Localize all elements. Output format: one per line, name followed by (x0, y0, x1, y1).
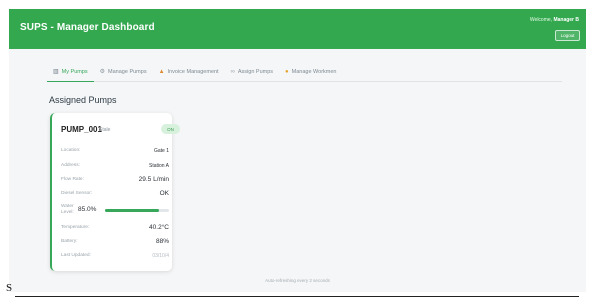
water-level-row: Water Level: 85.0% (61, 204, 169, 218)
water-level-fill (105, 209, 160, 212)
location-label: Location: (61, 148, 81, 153)
water-value: 85.0% (78, 206, 97, 213)
diesel-row: Diesel Sensor: OK (61, 190, 169, 197)
location-value: Gate 1 (153, 148, 169, 154)
pump-icon: ▥ (53, 68, 59, 75)
water-level-bar (105, 209, 169, 212)
address-value: Station A (148, 163, 169, 169)
welcome-prefix: Welcome, (529, 17, 554, 23)
updated-label: Last Updated: (61, 253, 91, 258)
tab-manage-workmen[interactable]: ● Manage Workmen (279, 67, 342, 81)
address-row: Address: Station A (61, 163, 169, 169)
worker-icon: ● (285, 68, 289, 75)
temperature-row: Temperature: 40.2°C (61, 224, 169, 231)
tab-manage-pumps[interactable]: ⚙ Manage Pumps (94, 67, 153, 81)
fire-icon: ▲ (158, 68, 165, 75)
dashboard-frame: SUPS - Manager Dashboard Welcome, Manage… (9, 9, 586, 292)
battery-row: Battery: 88% (61, 238, 169, 245)
diesel-label: Diesel Sensor: (61, 191, 93, 196)
tab-label: My Pumps (61, 68, 88, 75)
tab-my-pumps[interactable]: ▥ My Pumps (47, 67, 94, 82)
tab-label: Manage Workmen (291, 68, 337, 75)
top-bar: SUPS - Manager Dashboard Welcome, Manage… (9, 9, 586, 49)
updated-row: Last Updated: 03/10/4 (61, 253, 169, 259)
temperature-label: Temperature: (61, 225, 90, 230)
welcome-text: Welcome, Manager B (530, 17, 579, 23)
pump-card[interactable]: PUMP_001 Stale ON Location: Gate 1 Addre… (50, 113, 180, 271)
tab-assign-pumps[interactable]: ∞ Assign Pumps (225, 67, 279, 81)
location-row: Location: Gate 1 (61, 148, 169, 154)
flow-label: Flow Rate: (61, 177, 84, 182)
tab-label: Manage Pumps (108, 68, 147, 75)
status-badge: ON (161, 124, 180, 134)
flow-value: 29.5 L/min (138, 176, 169, 183)
pump-state: Stale (99, 127, 111, 133)
app-title: SUPS - Manager Dashboard (20, 22, 155, 33)
tab-bar: ▥ My Pumps ⚙ Manage Pumps ▲ Invoice Mana… (47, 67, 562, 82)
pump-name: PUMP_001 (61, 125, 102, 134)
tab-label: Invoice Management (167, 68, 219, 75)
section-title: Assigned Pumps (49, 95, 117, 105)
temperature-value: 40.2°C (149, 224, 169, 231)
auto-refresh-note: Auto-refreshing every 2 seconds (265, 278, 330, 283)
baseline-rule (15, 296, 579, 297)
tab-label: Assign Pumps (237, 68, 274, 75)
address-label: Address: (61, 163, 80, 168)
user-name: Manager B (553, 17, 579, 23)
link-icon: ∞ (230, 68, 235, 75)
settings-icon: ⚙ (99, 68, 106, 75)
battery-value: 88% (155, 238, 169, 245)
tab-invoice-management[interactable]: ▲ Invoice Management (153, 67, 225, 81)
battery-label: Battery: (61, 239, 78, 244)
flow-row: Flow Rate: 29.5 L/min (61, 176, 169, 183)
water-label: Water Level: (61, 204, 74, 215)
diesel-value: OK (159, 190, 169, 197)
stray-text: S (6, 282, 13, 294)
logout-button[interactable]: Logout (555, 30, 580, 41)
updated-value: 03/10/4 (152, 253, 169, 259)
